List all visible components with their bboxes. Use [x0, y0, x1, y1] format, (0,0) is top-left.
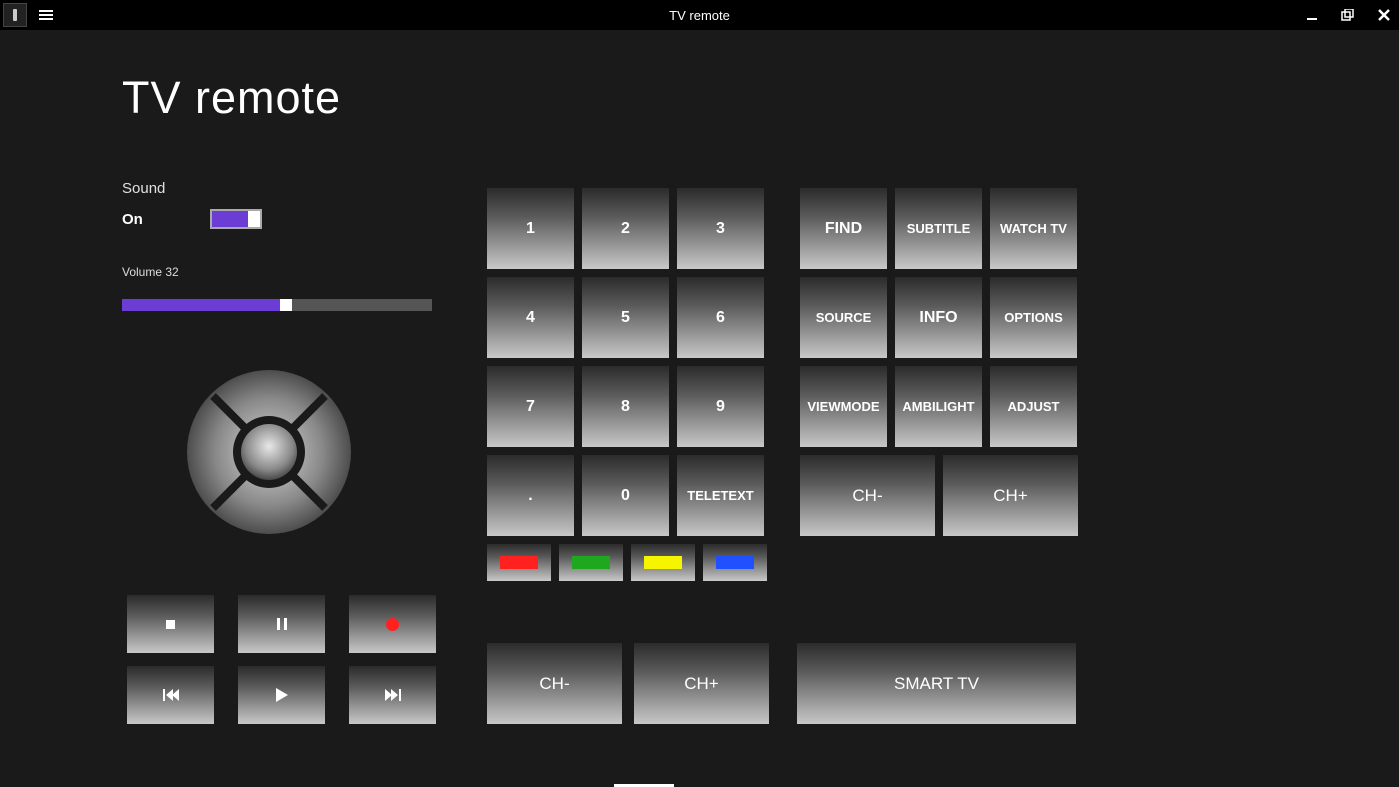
skip-forward-icon: [385, 689, 401, 701]
sound-state: On: [122, 211, 210, 228]
ambilight-button[interactable]: AMBILIGHT: [895, 366, 982, 447]
find-button[interactable]: FIND: [800, 188, 887, 269]
pause-button[interactable]: [238, 595, 325, 653]
sound-toggle[interactable]: [210, 209, 262, 229]
page-title: TV remote: [122, 72, 341, 124]
record-button[interactable]: [349, 595, 436, 653]
adjust-button[interactable]: ADJUST: [990, 366, 1077, 447]
pause-icon: [277, 618, 287, 630]
key-2[interactable]: 2: [582, 188, 669, 269]
sound-label: Sound: [122, 180, 432, 197]
teletext-button[interactable]: TELETEXT: [677, 455, 764, 536]
record-icon: [386, 618, 399, 631]
smart-tv-button[interactable]: SMART TV: [797, 643, 1076, 724]
keypad: 1 2 3 FIND SUBTITLE WATCH TV 4 5 6 SOURC…: [487, 188, 1078, 581]
key-0[interactable]: 0: [582, 455, 669, 536]
stop-icon: [166, 620, 175, 629]
viewmode-button[interactable]: VIEWMODE: [800, 366, 887, 447]
source-button[interactable]: SOURCE: [800, 277, 887, 358]
ch-minus-button[interactable]: CH-: [800, 455, 935, 536]
stop-button[interactable]: [127, 595, 214, 653]
info-button[interactable]: INFO: [895, 277, 982, 358]
bottom-ch-minus[interactable]: CH-: [487, 643, 622, 724]
key-7[interactable]: 7: [487, 366, 574, 447]
system-menu-icon[interactable]: [3, 3, 27, 27]
volume-label: Volume 32: [122, 265, 432, 279]
titlebar: TV remote: [0, 0, 1399, 30]
green-button[interactable]: [559, 544, 623, 581]
window-title: TV remote: [0, 8, 1399, 23]
key-6[interactable]: 6: [677, 277, 764, 358]
dpad[interactable]: [185, 368, 353, 536]
yellow-button[interactable]: [631, 544, 695, 581]
sound-section: Sound On Volume 32: [122, 180, 432, 311]
red-button[interactable]: [487, 544, 551, 581]
key-5[interactable]: 5: [582, 277, 669, 358]
key-8[interactable]: 8: [582, 366, 669, 447]
minimize-button[interactable]: [1303, 6, 1321, 24]
watch-tv-button[interactable]: WATCH TV: [990, 188, 1077, 269]
key-9[interactable]: 9: [677, 366, 764, 447]
close-button[interactable]: [1375, 6, 1393, 24]
key-3[interactable]: 3: [677, 188, 764, 269]
play-button[interactable]: [238, 666, 325, 724]
key-4[interactable]: 4: [487, 277, 574, 358]
prev-button[interactable]: [127, 666, 214, 724]
ch-plus-button[interactable]: CH+: [943, 455, 1078, 536]
hamburger-icon[interactable]: [39, 10, 53, 20]
next-button[interactable]: [349, 666, 436, 724]
key-1[interactable]: 1: [487, 188, 574, 269]
subtitle-button[interactable]: SUBTITLE: [895, 188, 982, 269]
options-button[interactable]: OPTIONS: [990, 277, 1077, 358]
bottom-ch-plus[interactable]: CH+: [634, 643, 769, 724]
play-icon: [276, 688, 288, 702]
key-dot[interactable]: .: [487, 455, 574, 536]
maximize-button[interactable]: [1339, 6, 1357, 24]
volume-slider[interactable]: [122, 299, 432, 311]
blue-button[interactable]: [703, 544, 767, 581]
skip-back-icon: [163, 689, 179, 701]
